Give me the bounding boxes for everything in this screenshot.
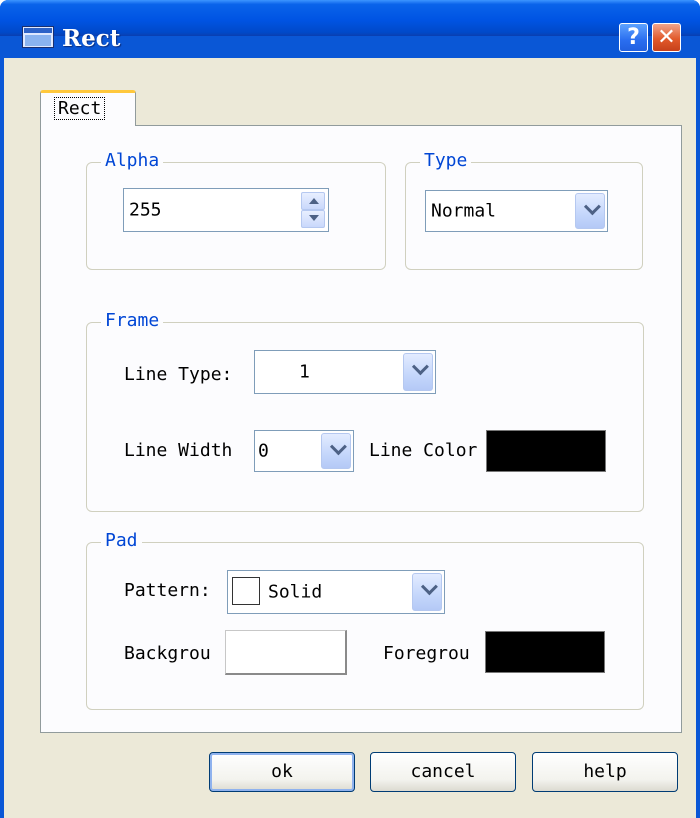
alpha-group-title: Alpha	[101, 150, 164, 171]
line-type-dropdown[interactable]: 1	[254, 350, 436, 394]
type-dropdown[interactable]: Normal	[425, 190, 608, 232]
alpha-spin-input[interactable]: 255	[123, 188, 329, 232]
ok-button[interactable]: ok	[209, 752, 355, 792]
tab-rect[interactable]: Rect	[40, 90, 136, 126]
line-type-value: 1	[299, 361, 310, 383]
background-color-button[interactable]	[225, 630, 347, 675]
window-title: Rect	[62, 25, 121, 52]
pad-group-title: Pad	[101, 530, 142, 551]
question-icon: ?	[627, 25, 640, 50]
type-value: Normal	[431, 200, 497, 222]
app-window-icon	[22, 26, 54, 48]
line-color-swatch[interactable]	[486, 430, 606, 472]
alpha-spinner[interactable]	[301, 192, 325, 228]
pattern-dropdown[interactable]: Solid	[227, 570, 445, 614]
frame-group-title: Frame	[101, 310, 164, 331]
background-label: Backgrou	[124, 643, 211, 664]
close-icon: ✕	[657, 25, 676, 50]
pattern-preview-swatch	[232, 577, 260, 605]
foreground-label: Foregrou	[383, 643, 470, 664]
line-width-dropdown[interactable]: 0	[254, 430, 354, 472]
line-width-label: Line Width	[124, 440, 233, 461]
line-type-label: Line Type:	[124, 364, 233, 385]
help-button[interactable]: help	[532, 752, 678, 792]
alpha-value: 255	[129, 199, 162, 221]
tab-rect-label: Rect	[53, 97, 106, 120]
pattern-label: Pattern:	[124, 580, 211, 601]
line-width-value: 0	[258, 440, 269, 462]
chevron-down-icon[interactable]	[321, 433, 351, 469]
spin-up-icon[interactable]	[301, 192, 325, 210]
cancel-button[interactable]: cancel	[370, 752, 516, 792]
pattern-value: Solid	[268, 581, 323, 603]
chevron-down-icon[interactable]	[575, 193, 605, 229]
line-color-label: Line Color	[369, 440, 478, 461]
pad-group: Pad	[86, 530, 644, 710]
foreground-color-swatch[interactable]	[485, 631, 605, 673]
spin-down-icon[interactable]	[301, 210, 325, 228]
chevron-down-icon[interactable]	[403, 353, 433, 391]
type-group-title: Type	[420, 150, 472, 171]
chevron-down-icon[interactable]	[412, 573, 442, 611]
title-help-button[interactable]: ?	[619, 23, 648, 52]
close-button[interactable]: ✕	[652, 23, 681, 52]
